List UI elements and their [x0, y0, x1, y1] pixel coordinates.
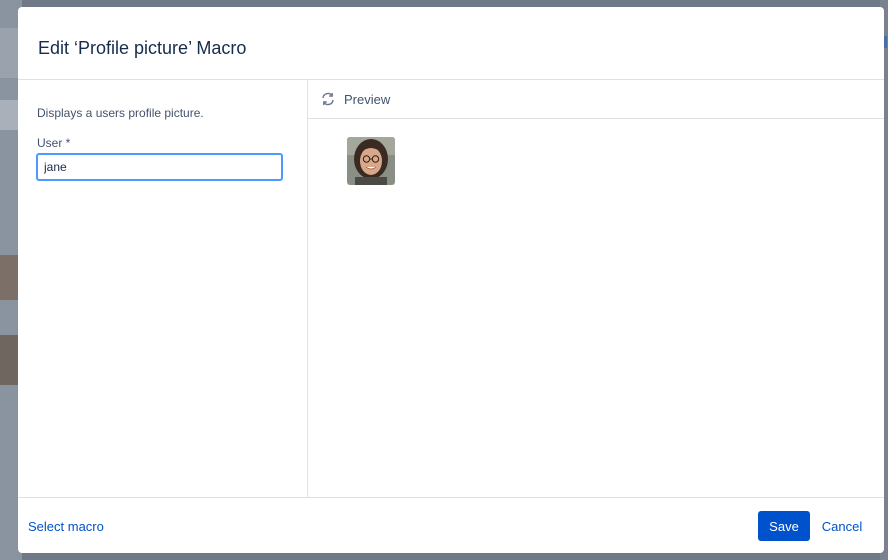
background-block	[0, 100, 18, 130]
select-macro-link[interactable]: Select macro	[28, 519, 104, 534]
macro-parameters-panel: Displays a users profile picture. User *	[18, 80, 308, 497]
preview-panel: Preview	[308, 80, 884, 497]
preview-header[interactable]: Preview	[308, 80, 884, 119]
user-field-label: User *	[37, 136, 71, 150]
dialog-title: Edit ‘Profile picture’ Macro	[38, 38, 247, 58]
background-thumbnail	[0, 255, 18, 300]
background-block	[0, 28, 18, 78]
profile-picture-avatar[interactable]	[347, 137, 395, 185]
save-button[interactable]: Save	[758, 511, 810, 541]
user-input[interactable]	[36, 153, 283, 181]
dialog-header: Edit ‘Profile picture’ Macro	[18, 7, 884, 80]
avatar-image	[347, 137, 395, 185]
refresh-icon[interactable]	[320, 91, 336, 107]
edit-macro-dialog: Edit ‘Profile picture’ Macro Displays a …	[18, 7, 884, 553]
background-thumbnail	[0, 335, 18, 385]
cancel-button[interactable]: Cancel	[816, 511, 868, 541]
preview-label: Preview	[344, 92, 391, 107]
macro-description: Displays a users profile picture.	[37, 106, 204, 120]
dialog-footer: Select macro Save Cancel	[18, 497, 884, 553]
